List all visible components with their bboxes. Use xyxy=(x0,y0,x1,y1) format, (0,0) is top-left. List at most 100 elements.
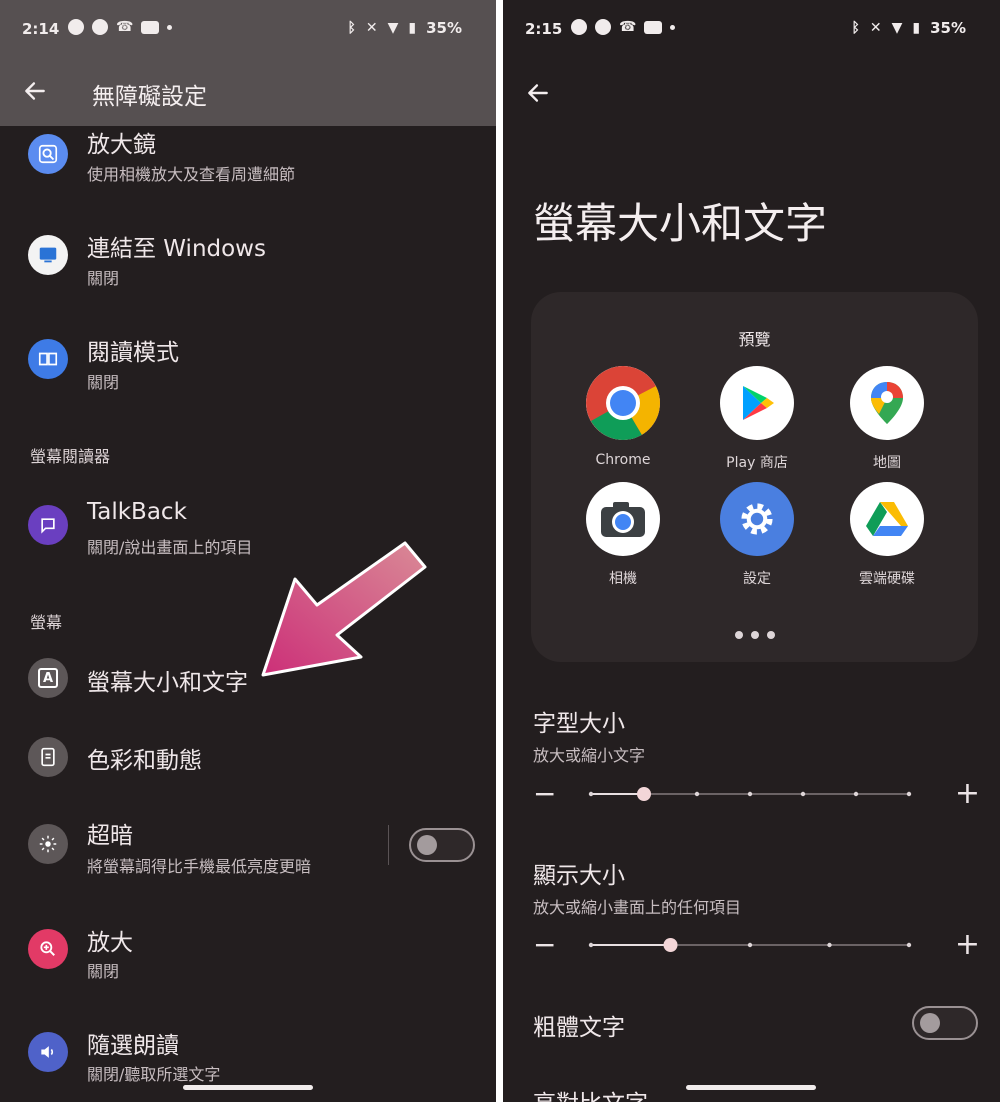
pink-arrow-annotation xyxy=(261,541,427,677)
reading-mode-icon xyxy=(28,339,68,379)
setting-title: 放大 xyxy=(87,930,133,956)
slider-tick xyxy=(906,791,912,797)
font-size-track[interactable] xyxy=(585,780,915,810)
section-header-display: 螢幕 xyxy=(30,613,63,632)
more-notifications-icon xyxy=(167,24,173,30)
wifi-icon: ▼ xyxy=(387,20,399,36)
status-time: 2:15 xyxy=(525,20,563,38)
toggle-knob xyxy=(417,835,437,855)
setting-subtitle: 關閉 xyxy=(87,373,120,392)
notification-icons: ☎ xyxy=(571,19,676,35)
font-size-title: 字型大小 xyxy=(533,711,625,737)
slider-tick xyxy=(906,942,912,948)
more-notifications-icon xyxy=(670,24,676,30)
color-motion-icon xyxy=(28,737,68,777)
link-to-windows-icon xyxy=(28,235,68,275)
setting-title: 連結至 Windows xyxy=(87,236,266,262)
system-icons: ᛒ ✕ ▼ ▮ 35% xyxy=(851,19,966,37)
setting-title: 色彩和動態 xyxy=(87,748,202,774)
bold-text-title: 粗體文字 xyxy=(533,1015,625,1041)
slider-tick xyxy=(800,791,806,797)
missed-call-icon: ☎ xyxy=(619,19,637,35)
setting-subtitle: 將螢幕調得比手機最低亮度更暗 xyxy=(87,857,312,876)
high-contrast-text-title: 高對比文字 xyxy=(533,1084,648,1102)
font-size-subtitle: 放大或縮小文字 xyxy=(533,746,646,765)
battery-percent: 35% xyxy=(426,19,462,37)
app-label: 雲端硬碟 xyxy=(859,571,915,587)
increase-font-size-button[interactable]: + xyxy=(955,779,980,809)
drive-icon xyxy=(850,482,924,556)
text-size-icon: A xyxy=(28,658,68,698)
missed-call-icon: ☎ xyxy=(116,19,134,35)
page-title: 螢幕大小和文字 xyxy=(533,199,828,248)
slider-thumb[interactable] xyxy=(637,787,651,801)
magnifier-icon xyxy=(28,134,68,174)
display-size-subtitle: 放大或縮小畫面上的任何項目 xyxy=(533,898,742,917)
youtube-icon xyxy=(644,20,663,34)
setting-magnification[interactable]: 放大 關閉 xyxy=(0,920,496,1000)
decrease-display-size-button[interactable]: − xyxy=(533,931,556,959)
page-title: 無障礙設定 xyxy=(92,84,207,110)
back-arrow-icon[interactable] xyxy=(525,80,551,106)
magnification-icon xyxy=(28,929,68,969)
status-bar: 2:14 ☎ ᛒ ✕ ▼ ▮ 35% xyxy=(0,0,496,60)
setting-select-to-speak[interactable]: 隨選朗讀 關閉/聽取所選文字 xyxy=(0,1024,496,1102)
extra-dim-toggle[interactable] xyxy=(409,828,475,862)
setting-title: 螢幕大小和文字 xyxy=(87,670,248,696)
section-header-screen-reader: 螢幕閱讀器 xyxy=(30,447,111,466)
slider-tick xyxy=(588,942,594,948)
bluetooth-icon: ᛒ xyxy=(347,20,356,36)
bluetooth-icon: ᛒ xyxy=(851,20,860,36)
talkback-icon xyxy=(28,505,68,545)
setting-subtitle: 關閉 xyxy=(87,269,120,288)
setting-title: TalkBack xyxy=(87,499,187,525)
chrome-icon xyxy=(586,366,660,440)
system-icons: ᛒ ✕ ▼ ▮ 35% xyxy=(347,19,462,37)
setting-subtitle: 關閉 xyxy=(87,962,120,981)
setting-color-and-motion[interactable]: 色彩和動態 xyxy=(0,734,496,784)
wifi-icon: ▼ xyxy=(891,20,903,36)
setting-link-to-windows[interactable]: 連結至 Windows 關閉 xyxy=(0,226,496,306)
slider-tick xyxy=(588,791,594,797)
slider-tick xyxy=(747,942,753,948)
setting-magnifier[interactable]: 放大鏡 使用相機放大及查看周遭細節 xyxy=(0,126,496,206)
bold-text-toggle[interactable] xyxy=(912,1006,978,1040)
setting-reading-mode[interactable]: 閱讀模式 關閉 xyxy=(0,330,496,410)
setting-extra-dim[interactable]: 超暗 將螢幕調得比手機最低亮度更暗 xyxy=(0,815,496,885)
font-size-slider[interactable]: − + xyxy=(533,779,980,810)
mute-icon: ✕ xyxy=(365,20,378,36)
display-size-track[interactable] xyxy=(585,931,915,961)
slider-tick xyxy=(694,791,700,797)
display-size-slider[interactable]: − + xyxy=(533,930,980,961)
play-store-icon xyxy=(720,366,794,440)
app-label: Play 商店 xyxy=(726,455,788,471)
toggle-knob xyxy=(920,1013,940,1033)
gesture-bar[interactable] xyxy=(686,1085,816,1090)
app-label: 設定 xyxy=(743,571,771,587)
battery-percent: 35% xyxy=(930,19,966,37)
setting-title: 放大鏡 xyxy=(87,132,156,158)
preview-label: 預覽 xyxy=(738,330,771,349)
app-settings: 設定 xyxy=(697,482,817,588)
setting-subtitle: 關閉/聽取所選文字 xyxy=(87,1065,221,1084)
maps-icon xyxy=(850,366,924,440)
setting-subtitle: 關閉/說出畫面上的項目 xyxy=(87,538,253,557)
slider-tick xyxy=(747,791,753,797)
mute-icon: ✕ xyxy=(869,20,882,36)
app-camera: 相機 xyxy=(563,482,683,588)
notification-icons: ☎ xyxy=(68,19,173,35)
back-arrow-icon[interactable] xyxy=(22,78,48,104)
left-screen: 無障礙設定 2:14 ☎ ᛒ ✕ ▼ ▮ 35% 放大鏡 使用相機放大及查看周遭… xyxy=(0,0,496,1102)
app-label: 地圖 xyxy=(873,455,901,471)
app-maps: 地圖 xyxy=(827,366,947,472)
chat-icon xyxy=(571,19,587,35)
camera-icon xyxy=(586,482,660,556)
slider-thumb[interactable] xyxy=(663,938,678,952)
decrease-font-size-button[interactable]: − xyxy=(533,780,556,808)
gesture-bar[interactable] xyxy=(183,1085,313,1090)
text-size-glyph: A xyxy=(38,668,58,688)
slider-tick xyxy=(827,942,832,948)
increase-display-size-button[interactable]: + xyxy=(955,930,980,960)
battery-icon: ▮ xyxy=(912,20,921,36)
app-label: Chrome xyxy=(595,452,651,468)
